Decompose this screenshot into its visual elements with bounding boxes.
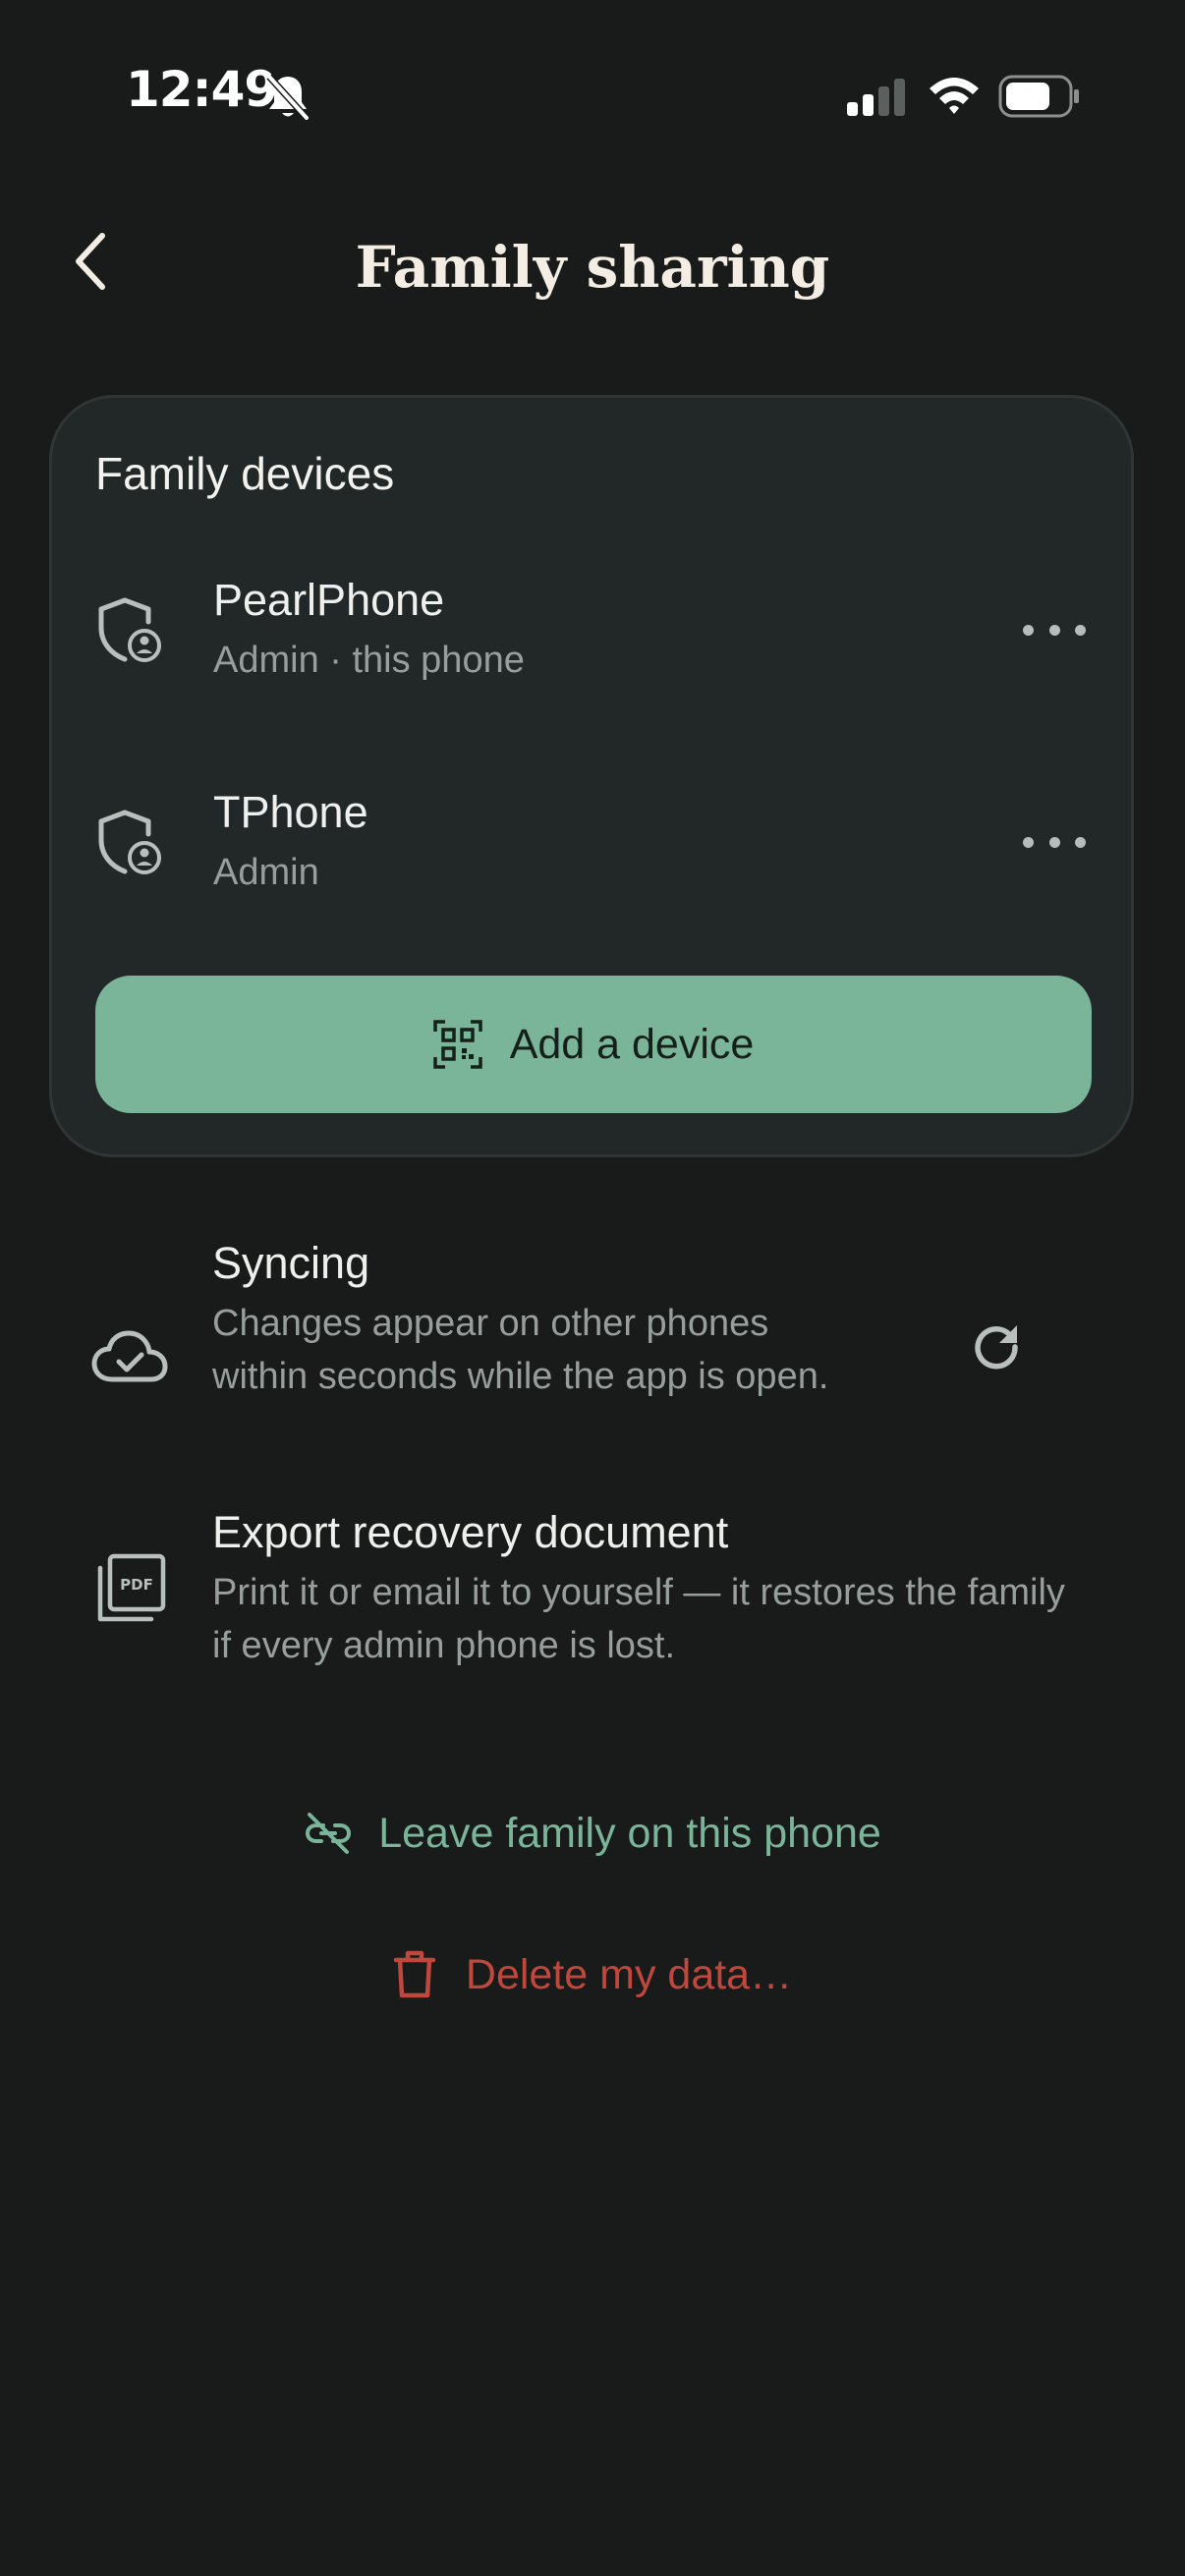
device-role: Admin (213, 852, 319, 893)
qr-code-icon (432, 1020, 482, 1069)
wifi-icon (930, 78, 979, 114)
add-device-label: Add a device (509, 1020, 755, 1068)
leave-family-label: Leave family on this phone (378, 1809, 881, 1857)
add-device-button[interactable]: Add a device (95, 976, 1092, 1113)
status-bar: 12:49 (0, 0, 1185, 196)
shield-user-icon (98, 810, 161, 874)
bell-slash-icon (266, 74, 310, 121)
card-title: Family devices (95, 448, 395, 499)
export-description: Print it or email it to yourself — it re… (212, 1572, 1065, 1666)
device-name: PearlPhone (213, 575, 445, 625)
device-name: TPhone (213, 787, 368, 837)
delete-data-button[interactable]: Delete my data… (0, 1939, 1185, 2010)
leave-family-button[interactable]: Leave family on this phone (0, 1798, 1185, 1869)
more-horizontal-icon[interactable] (1023, 606, 1086, 653)
family-devices-card: Family devices PearlPhone Admin · this p… (49, 395, 1134, 1157)
page-title: Family sharing (355, 234, 830, 301)
device-row[interactable]: PearlPhone Admin · this phone (52, 555, 1131, 712)
export-recovery-setting[interactable]: PDF Export recovery document Print it or… (0, 1497, 1185, 1674)
cloud-check-icon (91, 1330, 168, 1382)
delete-data-label: Delete my data… (465, 1950, 793, 1998)
status-time: 12:49 (126, 61, 278, 118)
trash-icon (393, 1950, 436, 1998)
device-role: Admin · this phone (213, 640, 525, 681)
export-title: Export recovery document (212, 1507, 729, 1557)
svg-text:PDF: PDF (120, 1576, 153, 1594)
battery-icon (998, 75, 1079, 118)
family-sharing-screen: 12:49 Family sharing Family devices Pear… (0, 0, 1185, 2576)
refresh-icon (975, 1325, 1018, 1370)
device-row[interactable]: TPhone Admin (52, 767, 1131, 924)
syncing-title: Syncing (212, 1238, 370, 1288)
syncing-description: Changes appear on other phones within se… (212, 1303, 829, 1397)
pdf-document-icon: PDF (97, 1553, 166, 1622)
syncing-setting: Syncing Changes appear on other phones w… (0, 1228, 1185, 1464)
refresh-button[interactable] (963, 1315, 1032, 1383)
shield-user-icon (98, 597, 161, 662)
more-horizontal-icon[interactable] (1023, 818, 1086, 866)
unlink-icon (306, 1813, 352, 1854)
cellular-signal-icon (847, 79, 905, 116)
